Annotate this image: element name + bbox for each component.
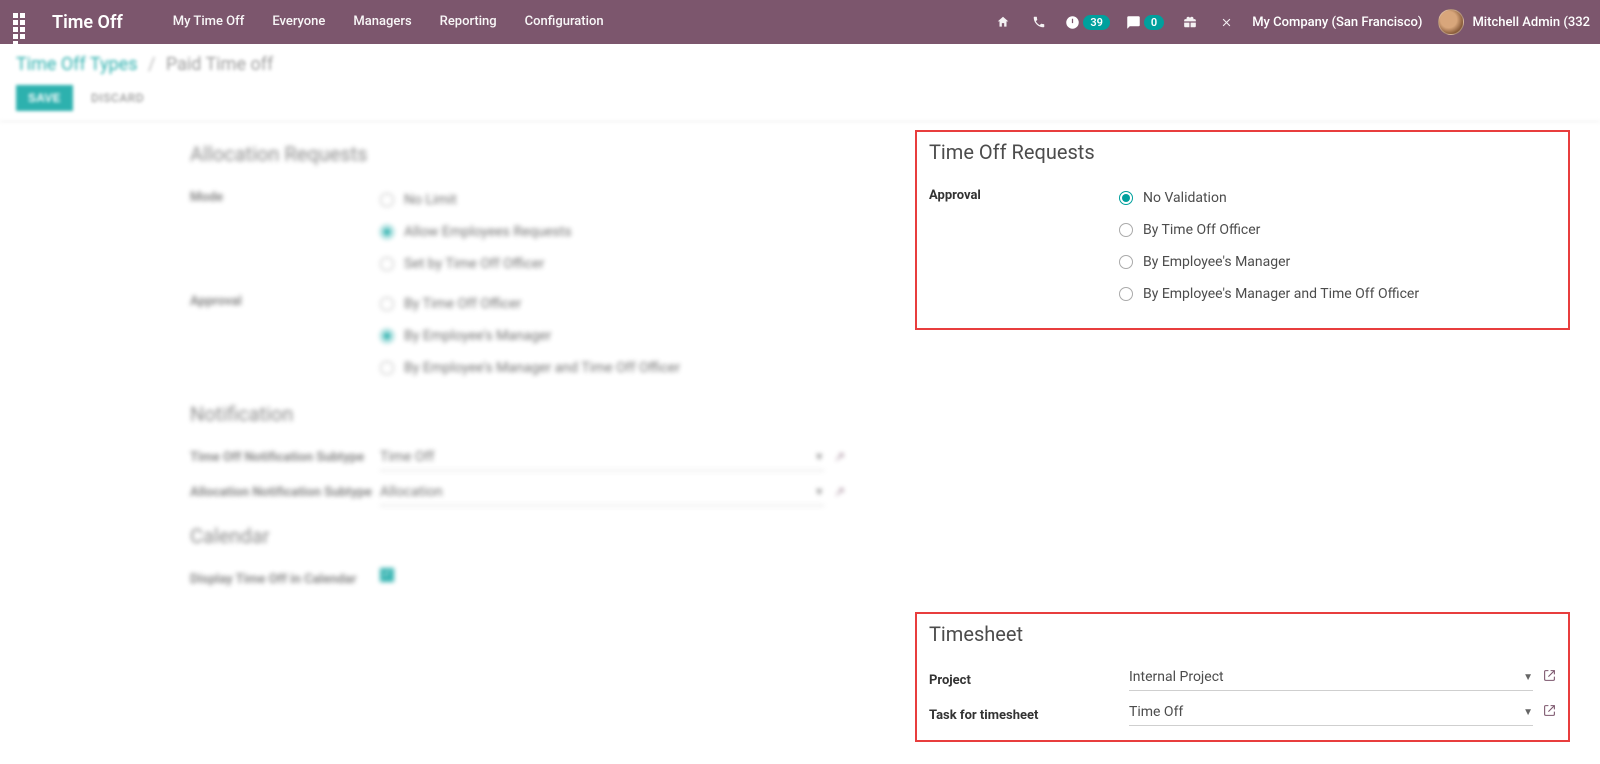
req-no-validation[interactable]: No Validation (1119, 182, 1556, 214)
breadcrumb: Time Off Types / Paid Time off (16, 54, 1584, 75)
nav-menu: My Time Off Everyone Managers Reporting … (159, 0, 618, 44)
external-link-icon[interactable] (1543, 669, 1556, 686)
gift-icon[interactable] (1180, 12, 1200, 32)
mode-set-by-officer[interactable]: Set by Time Off Officer (380, 248, 845, 280)
phone-icon[interactable] (1029, 12, 1049, 32)
req-by-officer[interactable]: By Time Off Officer (1119, 214, 1556, 246)
breadcrumb-current: Paid Time off (166, 54, 273, 75)
home-icon[interactable] (993, 12, 1013, 32)
timeoff-subtype-input[interactable]: Time Off▼ (380, 444, 824, 471)
alloc-approval-manager[interactable]: By Employee's Manager (380, 320, 845, 352)
external-link-icon[interactable]: ↗ (834, 485, 845, 500)
display-calendar-checkbox[interactable]: ✓ (380, 568, 394, 582)
alloc-approval-both[interactable]: By Employee's Manager and Time Off Offic… (380, 352, 845, 384)
mode-allow-requests[interactable]: Allow Employees Requests (380, 216, 845, 248)
project-input[interactable]: Internal Project▼ (1129, 664, 1533, 691)
main-navbar: Time Off My Time Off Everyone Managers R… (0, 0, 1600, 44)
label-req-approval: Approval (929, 182, 1119, 203)
chevron-down-icon: ▼ (1523, 672, 1533, 683)
section-notification: Notification (190, 402, 845, 426)
control-panel: Time Off Types / Paid Time off SAVE DISC… (0, 44, 1600, 122)
nav-managers[interactable]: Managers (339, 0, 425, 44)
user-menu[interactable]: Mitchell Admin (332 (1438, 9, 1590, 35)
breadcrumb-parent[interactable]: Time Off Types (16, 54, 138, 75)
company-selector[interactable]: My Company (San Francisco) (1252, 15, 1422, 30)
left-column: Allocation Requests Mode No Limit Allow … (190, 128, 875, 764)
chevron-down-icon: ▼ (1523, 707, 1533, 718)
task-input[interactable]: Time Off▼ (1129, 699, 1533, 726)
close-icon[interactable] (1216, 12, 1236, 32)
right-column: Time Off Requests Approval No Validation… (915, 128, 1600, 764)
label-alloc-subtype: Allocation Notification Subtype (190, 479, 380, 500)
avatar (1438, 9, 1464, 35)
activity-badge: 39 (1083, 15, 1110, 30)
label-project: Project (929, 667, 1129, 688)
section-allocation-requests: Allocation Requests (190, 142, 845, 166)
form-sheet: Allocation Requests Mode No Limit Allow … (0, 122, 1600, 764)
label-timeoff-subtype: Time Off Notification Subtype (190, 444, 380, 465)
chevron-down-icon: ▼ (814, 487, 824, 498)
label-display-calendar: Display Time Off in Calendar (190, 566, 380, 587)
label-alloc-approval: Approval (190, 288, 380, 309)
user-name: Mitchell Admin (332 (1472, 15, 1590, 30)
app-title[interactable]: Time Off (52, 12, 123, 33)
alloc-subtype-input[interactable]: Allocation▼ (380, 479, 824, 506)
activity-icon[interactable]: 39 (1065, 15, 1110, 30)
discard-button[interactable]: DISCARD (91, 91, 144, 105)
timesheet-highlight: Timesheet Project Internal Project▼ Task… (915, 612, 1570, 742)
timeoff-requests-highlight: Time Off Requests Approval No Validation… (915, 130, 1570, 330)
nav-my-time-off[interactable]: My Time Off (159, 0, 259, 44)
save-button[interactable]: SAVE (16, 85, 73, 111)
nav-everyone[interactable]: Everyone (258, 0, 339, 44)
chevron-down-icon: ▼ (814, 452, 824, 463)
section-timeoff-requests: Time Off Requests (929, 140, 1556, 164)
req-by-both[interactable]: By Employee's Manager and Time Off Offic… (1119, 278, 1556, 310)
label-mode: Mode (190, 184, 380, 205)
nav-configuration[interactable]: Configuration (511, 0, 618, 44)
section-timesheet: Timesheet (929, 622, 1556, 646)
messages-badge: 0 (1144, 15, 1164, 30)
nav-right: 39 0 My Company (San Francisco) Mitchell… (993, 9, 1590, 35)
req-by-manager[interactable]: By Employee's Manager (1119, 246, 1556, 278)
section-calendar: Calendar (190, 524, 845, 548)
messages-icon[interactable]: 0 (1126, 15, 1164, 30)
apps-icon[interactable] (10, 10, 34, 34)
label-task: Task for timesheet (929, 702, 1129, 723)
mode-no-limit[interactable]: No Limit (380, 184, 845, 216)
nav-reporting[interactable]: Reporting (426, 0, 511, 44)
breadcrumb-sep: / (142, 54, 161, 75)
alloc-approval-officer[interactable]: By Time Off Officer (380, 288, 845, 320)
external-link-icon[interactable] (1543, 704, 1556, 721)
external-link-icon[interactable]: ↗ (834, 450, 845, 465)
